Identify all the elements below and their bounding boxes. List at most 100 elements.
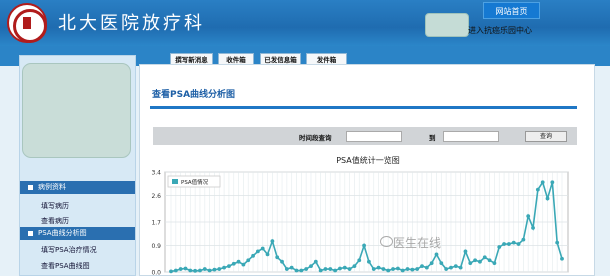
psa-data-point xyxy=(405,267,410,271)
psa-data-point xyxy=(304,267,309,271)
sidebar-item-view-psa[interactable]: 查看PSA曲线图 xyxy=(41,261,90,271)
psa-data-point xyxy=(338,266,342,271)
psa-data-point xyxy=(497,245,502,249)
psa-data-point xyxy=(227,264,231,269)
psa-data-point xyxy=(255,249,260,254)
psa-data-point xyxy=(444,267,449,271)
psa-data-point xyxy=(207,268,212,273)
psa-data-point xyxy=(222,265,226,270)
psa-data-point xyxy=(280,259,284,264)
watermark: 医生在线 xyxy=(393,236,442,250)
psa-data-point xyxy=(424,265,429,270)
psa-data-point xyxy=(429,261,434,266)
psa-data-point xyxy=(449,265,453,270)
psa-data-point xyxy=(202,267,207,271)
site-title: 北大医院放疗科 xyxy=(58,13,205,34)
home-button[interactable]: 网站首页 xyxy=(483,2,540,19)
psa-data-point xyxy=(386,268,391,273)
sidebar-item-view-record[interactable]: 查看病历 xyxy=(41,216,69,226)
legend-swatch xyxy=(172,179,178,184)
psa-data-point xyxy=(468,261,473,266)
psa-data-point xyxy=(246,258,251,263)
psa-data-point xyxy=(463,249,468,254)
main-panel: 查看PSA曲线分析图 时间段查询 到 查询 PSA值统计一览图 3.4 2.6 1.… xyxy=(139,64,595,276)
user-avatar-panel xyxy=(22,63,131,158)
psa-data-point xyxy=(555,240,560,245)
psa-data-point xyxy=(318,268,323,273)
psa-data-point xyxy=(492,261,497,266)
psa-data-point xyxy=(434,252,439,257)
psa-data-point xyxy=(362,243,366,248)
sidebar-item-fill-psa[interactable]: 填写PSA治疗情况 xyxy=(41,245,97,255)
psa-data-point xyxy=(560,256,564,261)
psa-data-point xyxy=(294,268,299,273)
psa-data-point xyxy=(376,265,381,270)
psa-data-point xyxy=(410,267,415,272)
sidebar-section-psa[interactable]: PSA曲线分析图 xyxy=(20,227,135,240)
psa-data-point xyxy=(502,242,506,246)
psa-data-point xyxy=(439,261,444,266)
psa-data-point xyxy=(193,268,198,273)
wechat-watermark-icon xyxy=(380,236,393,247)
legend-label: PSA值情况 xyxy=(181,178,209,186)
psa-data-point xyxy=(531,225,535,230)
psa-data-point xyxy=(357,258,362,263)
psa-data-point xyxy=(299,268,304,273)
psa-data-point xyxy=(535,187,540,192)
psa-data-point xyxy=(458,265,463,270)
sidebar-section-records[interactable]: 病例资料 xyxy=(20,181,135,194)
psa-data-point xyxy=(231,261,236,266)
psa-data-point xyxy=(328,267,333,271)
psa-data-point xyxy=(526,214,531,219)
psa-line-chart: 3.4 2.6 1.7 0.9 0.0 PSA值情况 xyxy=(151,170,569,276)
psa-data-point xyxy=(342,265,347,270)
psa-data-point xyxy=(275,255,280,260)
y-tick-label: 2.6 xyxy=(151,193,161,200)
external-center-link[interactable]: 进入抗癌乐园中心 xyxy=(468,25,532,36)
banner-image-placeholder xyxy=(425,13,469,37)
y-tick-label: 0.9 xyxy=(151,243,161,250)
psa-data-point xyxy=(478,259,482,264)
psa-data-point xyxy=(183,266,188,271)
psa-data-point xyxy=(347,267,352,271)
psa-data-point xyxy=(251,253,255,258)
psa-data-point xyxy=(511,240,516,245)
psa-data-point xyxy=(241,262,246,267)
square-bullet-icon xyxy=(28,231,33,236)
psa-data-point xyxy=(198,268,202,273)
psa-data-point xyxy=(352,264,357,269)
psa-data-point xyxy=(482,255,487,260)
psa-data-point xyxy=(400,268,405,273)
psa-data-point xyxy=(217,267,222,271)
psa-data-point xyxy=(381,267,386,271)
hospital-logo xyxy=(7,3,47,43)
psa-data-point xyxy=(323,267,328,271)
site-header: 北大医院放疗科 网站首页 进入抗癌乐园中心 xyxy=(0,0,610,46)
y-tick-label: 1.7 xyxy=(151,220,161,227)
psa-data-point xyxy=(333,268,338,273)
psa-data-point xyxy=(487,258,492,263)
psa-data-point xyxy=(265,252,270,257)
y-tick-label: 0.0 xyxy=(151,270,161,276)
psa-data-point xyxy=(236,259,241,264)
psa-data-point xyxy=(420,264,424,269)
psa-data-point xyxy=(169,269,173,274)
psa-data-point xyxy=(313,259,318,264)
psa-data-point xyxy=(212,267,217,272)
psa-data-point xyxy=(507,242,511,246)
psa-data-point xyxy=(516,242,521,246)
psa-data-point xyxy=(415,267,420,271)
sidebar: 病例资料 填写病历 查看病历 PSA曲线分析图 填写PSA治疗情况 查看PSA曲… xyxy=(19,55,136,276)
sidebar-item-fill-record[interactable]: 填写病历 xyxy=(41,201,69,211)
psa-data-point xyxy=(173,268,178,273)
psa-data-point xyxy=(391,267,395,271)
psa-data-point xyxy=(540,180,545,185)
psa-data-point xyxy=(371,267,376,271)
psa-data-point xyxy=(367,259,371,264)
psa-data-point xyxy=(545,196,550,201)
psa-data-point xyxy=(289,265,294,270)
y-tick-label: 3.4 xyxy=(151,170,161,177)
psa-data-point xyxy=(188,268,193,273)
psa-data-point xyxy=(473,258,478,263)
psa-data-point xyxy=(550,180,555,185)
